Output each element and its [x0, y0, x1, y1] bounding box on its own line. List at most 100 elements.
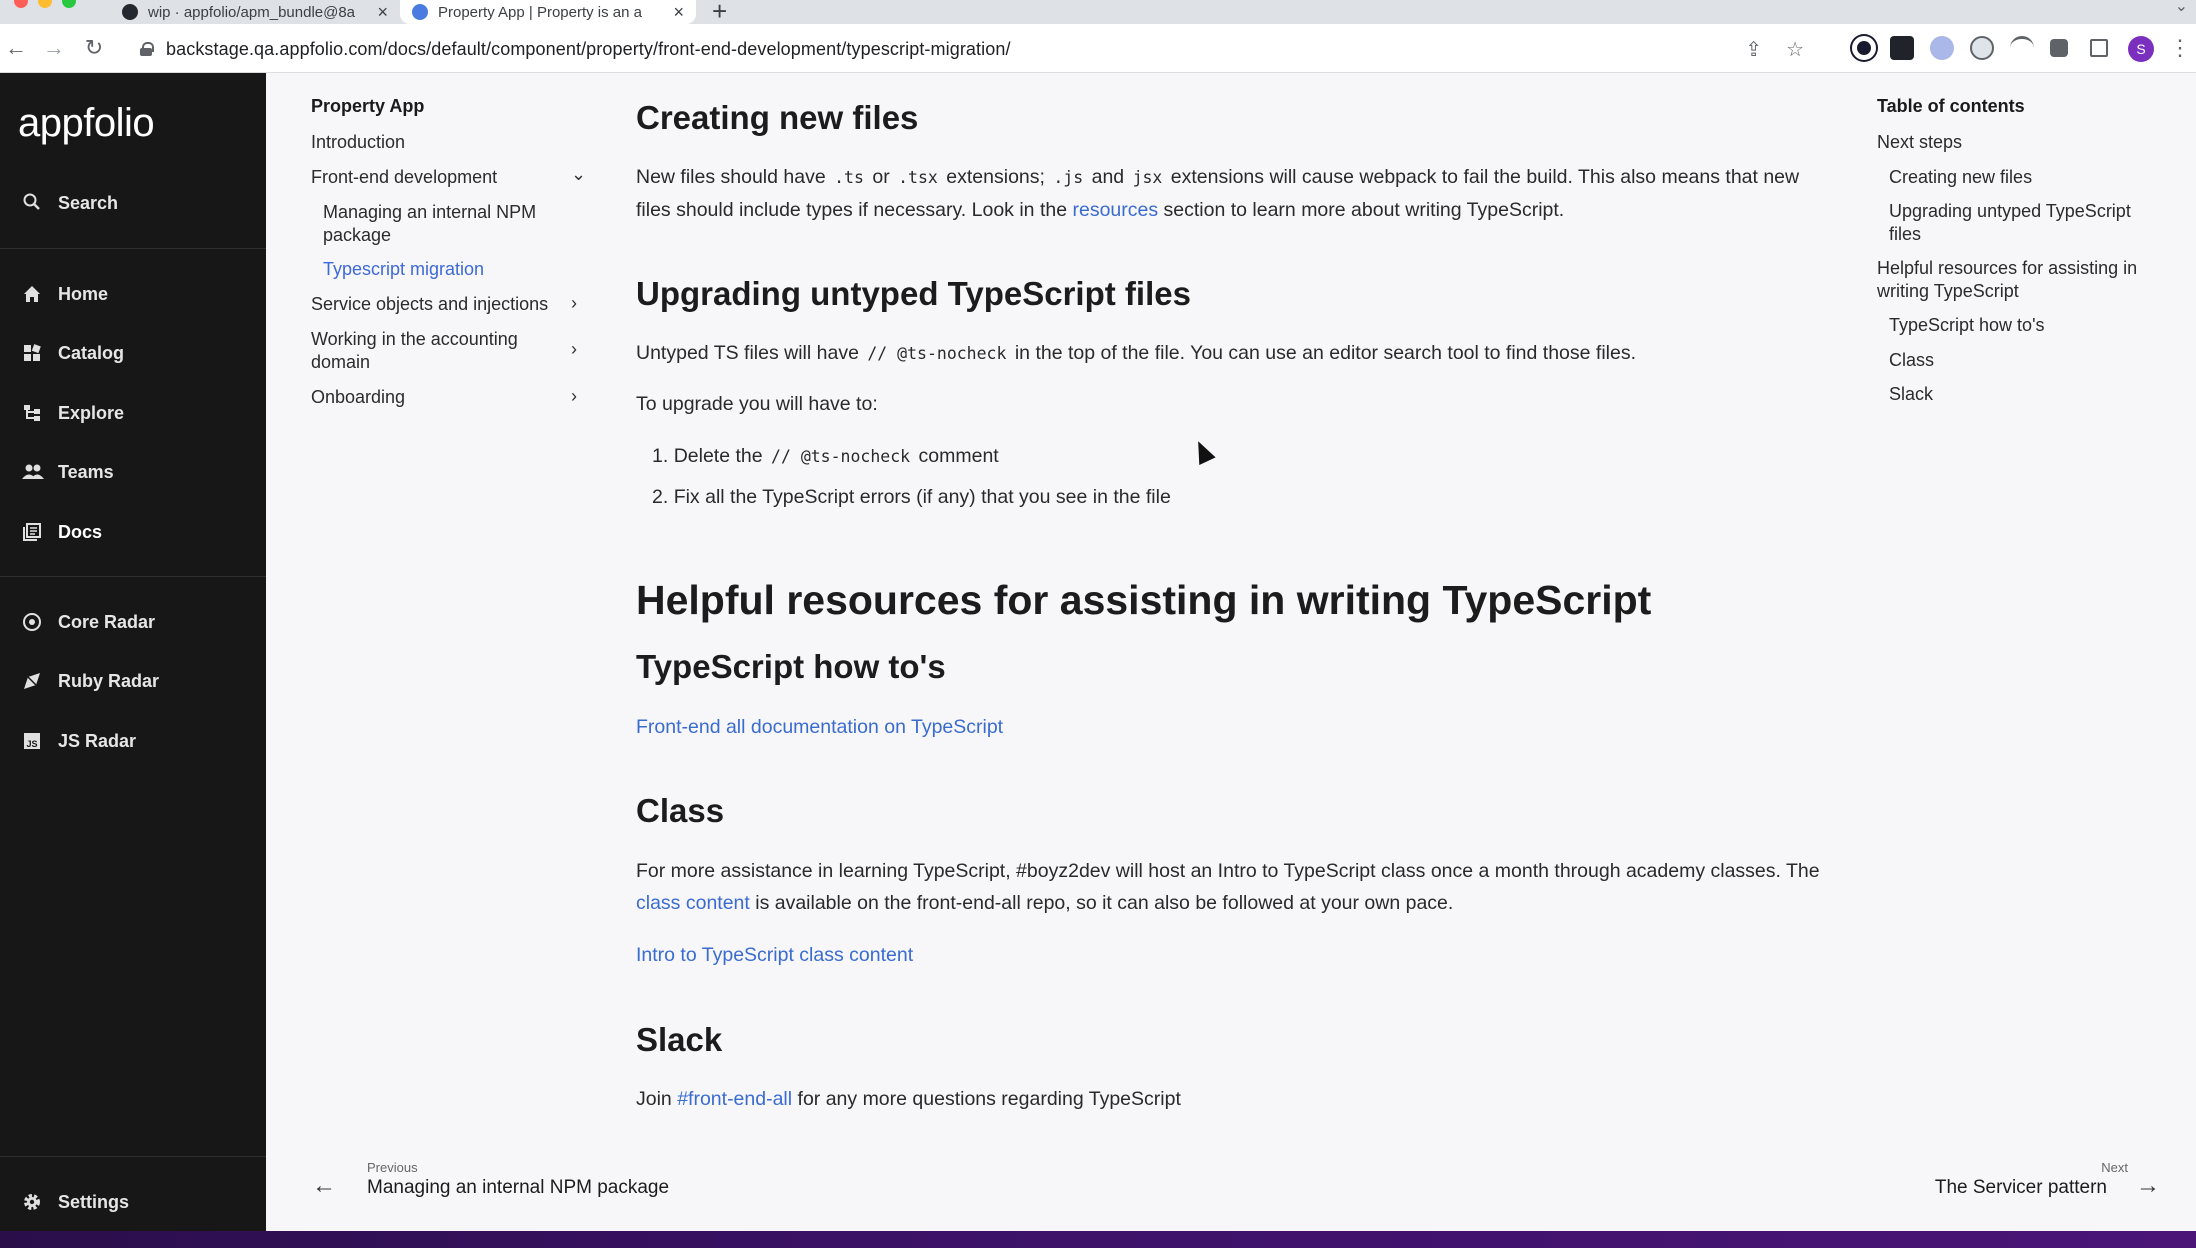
- text: New files should have: [636, 166, 826, 188]
- tab-search-chevron-icon[interactable]: ⌄: [2175, 0, 2188, 16]
- forward-button[interactable]: →: [40, 34, 68, 62]
- nav-item-typescript-migration[interactable]: Typescript migration: [323, 258, 573, 281]
- react-devtools-icon[interactable]: [1890, 36, 1914, 60]
- chevron-right-icon[interactable]: ›: [571, 339, 577, 360]
- inline-code: .js: [1053, 168, 1084, 187]
- search-icon: [22, 193, 42, 213]
- chevron-down-icon[interactable]: ⌄: [571, 164, 586, 185]
- nav-item-introduction[interactable]: Introduction: [311, 131, 591, 154]
- next-label: Next: [2101, 1160, 2128, 1175]
- extension-icon[interactable]: [2010, 36, 2034, 60]
- next-page-link[interactable]: The Servicer pattern: [1935, 1177, 2107, 1199]
- extension-icon[interactable]: [1930, 36, 1954, 60]
- profile-avatar[interactable]: S: [2128, 36, 2154, 62]
- list-item: 2. Fix all the TypeScript errors (if any…: [652, 481, 1171, 513]
- catalog-icon: [22, 343, 42, 363]
- inline-code: // @ts-nocheck: [867, 344, 1007, 363]
- sidebar-item-catalog[interactable]: Catalog: [0, 331, 266, 375]
- side-panel-icon[interactable]: [2090, 39, 2108, 57]
- sidebar-divider: [0, 248, 266, 249]
- toc-item-howtos[interactable]: TypeScript how to's: [1889, 314, 2159, 337]
- toc-title: Table of contents: [1877, 96, 2025, 116]
- toc-item-class[interactable]: Class: [1889, 349, 2159, 372]
- sidebar-item-label: Core Radar: [58, 611, 156, 632]
- browser-menu-icon[interactable]: ⋮: [2166, 34, 2194, 62]
- backstage-favicon-icon: [412, 4, 428, 20]
- new-tab-button[interactable]: +: [712, 0, 727, 27]
- close-tab-icon[interactable]: ×: [673, 2, 684, 23]
- ruby-radar-icon: [22, 671, 42, 691]
- desktop-background-strip: [0, 1231, 2196, 1248]
- nav-item-service-objects[interactable]: Service objects and injections: [311, 293, 591, 316]
- nav-item-front-end-development[interactable]: Front-end development: [311, 166, 591, 189]
- nav-item-accounting-domain[interactable]: Working in the accounting domain: [311, 328, 541, 374]
- browser-tab-github[interactable]: wip · appfolio/apm_bundle@8a ×: [110, 0, 400, 24]
- browser-tab-property-app[interactable]: Property App | Property is an a ×: [400, 0, 696, 24]
- previous-page-link[interactable]: Managing an internal NPM package: [367, 1177, 669, 1199]
- sidebar-item-label: Settings: [58, 1191, 130, 1212]
- nav-item-onboarding[interactable]: Onboarding: [311, 386, 591, 409]
- docs-icon: [22, 522, 42, 542]
- text: in the top of the file. You can use an e…: [1014, 342, 1637, 364]
- minimize-window-button[interactable]: [38, 0, 52, 8]
- inline-code: // @ts-nocheck: [771, 447, 911, 466]
- sidebar-item-js-radar[interactable]: JS JS Radar: [0, 719, 266, 763]
- reload-button[interactable]: ↻: [80, 34, 108, 62]
- extensions-puzzle-icon[interactable]: [2050, 39, 2068, 57]
- resources-link[interactable]: resources: [1072, 199, 1158, 221]
- intro-class-link[interactable]: Intro to TypeScript class content: [636, 944, 913, 966]
- lock-icon: [140, 42, 154, 56]
- sidebar-item-settings[interactable]: Settings: [0, 1180, 266, 1224]
- sidebar-item-ruby-radar[interactable]: Ruby Radar: [0, 659, 266, 703]
- toc-item-slack[interactable]: Slack: [1889, 383, 2159, 406]
- slack-channel-link[interactable]: #front-end-all: [677, 1088, 792, 1110]
- extension-icon[interactable]: [1852, 36, 1876, 60]
- maximize-window-button[interactable]: [62, 0, 76, 8]
- sidebar-divider: [0, 576, 266, 577]
- frontend-docs-link[interactable]: Front-end all documentation on TypeScrip…: [636, 716, 1003, 738]
- extension-icon[interactable]: [1970, 36, 1994, 60]
- list-number: 1.: [652, 445, 669, 467]
- github-icon: [122, 4, 138, 20]
- address-bar[interactable]: backstage.qa.appfolio.com/docs/default/c…: [126, 31, 1818, 67]
- previous-label: Previous: [367, 1160, 418, 1175]
- teams-icon: [22, 462, 44, 482]
- close-window-button[interactable]: [14, 0, 28, 8]
- back-button[interactable]: ←: [2, 34, 30, 62]
- close-tab-icon[interactable]: ×: [377, 2, 388, 23]
- share-icon[interactable]: ⇪: [1745, 37, 1762, 62]
- text: Delete the: [673, 445, 763, 467]
- text: is available on the front-end-all repo, …: [755, 892, 1454, 914]
- text: for any more questions regarding TypeScr…: [797, 1088, 1181, 1110]
- inline-code: .tsx: [898, 168, 938, 187]
- paragraph-untyped-files: Untyped TS files will have // @ts-nochec…: [636, 337, 1836, 370]
- text: comment: [918, 445, 999, 467]
- sidebar-item-docs[interactable]: Docs: [0, 510, 266, 554]
- sidebar-item-core-radar[interactable]: Core Radar: [0, 600, 266, 644]
- text: section to learn more about writing Type…: [1163, 199, 1565, 221]
- sidebar-item-label: Teams: [58, 461, 114, 482]
- sidebar-search[interactable]: Search: [0, 181, 266, 225]
- radar-icon: [22, 612, 42, 632]
- sidebar-item-explore[interactable]: Explore: [0, 391, 266, 435]
- text: Fix all the TypeScript errors (if any) t…: [673, 486, 1171, 508]
- appfolio-logo[interactable]: appfolio: [18, 101, 155, 146]
- heading-slack: Slack: [636, 1021, 723, 1058]
- chevron-right-icon[interactable]: ›: [571, 386, 577, 407]
- heading-class: Class: [636, 792, 725, 829]
- sidebar-item-teams[interactable]: Teams: [0, 450, 266, 494]
- paragraph-intro-link: Intro to TypeScript class content: [636, 939, 1836, 971]
- toc-item-helpful[interactable]: Helpful resources for assisting in writi…: [1877, 257, 2167, 303]
- previous-arrow-icon[interactable]: ←: [312, 1172, 336, 1200]
- sidebar-item-home[interactable]: Home: [0, 272, 266, 316]
- toc-item-upgrading[interactable]: Upgrading untyped TypeScript files: [1889, 200, 2159, 246]
- text: extensions;: [946, 166, 1045, 188]
- next-arrow-icon[interactable]: →: [2136, 1172, 2160, 1200]
- bookmark-star-icon[interactable]: ☆: [1786, 37, 1804, 62]
- class-content-link[interactable]: class content: [636, 892, 750, 914]
- toc-item-next-steps[interactable]: Next steps: [1877, 131, 2167, 154]
- chevron-right-icon[interactable]: ›: [571, 293, 577, 314]
- toc-item-creating[interactable]: Creating new files: [1889, 166, 2159, 189]
- docs-nav-title: Property App: [311, 96, 425, 116]
- nav-item-npm-package[interactable]: Managing an internal NPM package: [323, 201, 573, 247]
